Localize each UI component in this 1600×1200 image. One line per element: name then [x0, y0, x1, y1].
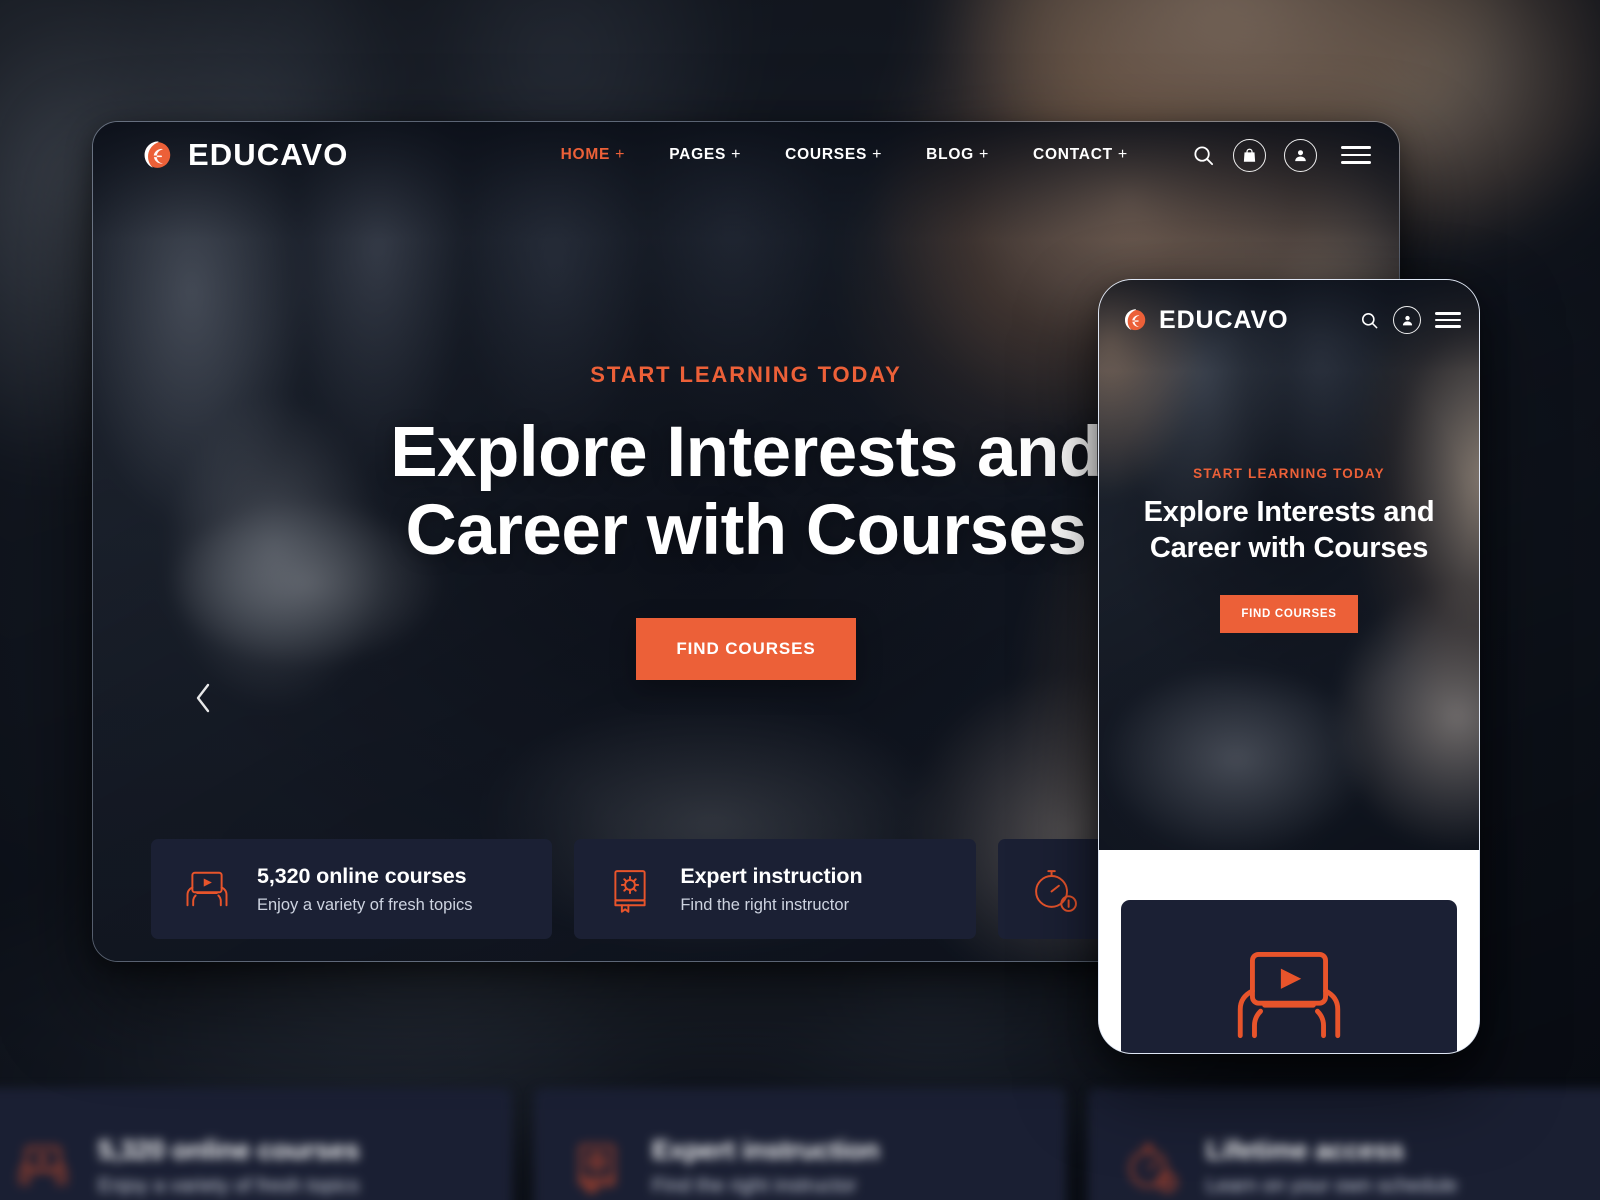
nav-label: HOME — [560, 146, 611, 163]
nav-plus-icon: + — [1117, 146, 1128, 163]
nav-label: COURSES — [785, 146, 868, 163]
video-screen-hands-icon — [181, 863, 233, 915]
feature-title: Lifetime access — [1206, 1134, 1405, 1165]
background-feature-card: Expert instruction Find the right instru… — [534, 1088, 1066, 1200]
phone-logo-text: EDUCAVO — [1159, 305, 1289, 334]
user-account-icon[interactable] — [1393, 306, 1421, 334]
nav-plus-icon: + — [872, 146, 883, 163]
mobile-phone-mockup: EDUCAVO START LEARNING TODAY Explore Int… — [1098, 279, 1480, 1054]
nav-label: CONTACT — [1033, 146, 1113, 163]
phone-headline-line-1: Explore Interests and — [1143, 496, 1435, 528]
phone-hero-eyebrow: START LEARNING TODAY — [1193, 466, 1385, 481]
stopwatch-lock-icon — [1028, 863, 1080, 915]
logo-text: EDUCAVO — [188, 137, 349, 172]
nav-plus-icon: + — [731, 146, 742, 163]
feature-subtitle: Enjoy a variety of fresh topics — [98, 1174, 360, 1197]
phone-feature-card-online-courses[interactable]: 5,320 online courses Enjoy a variety of … — [1121, 900, 1457, 1053]
hamburger-menu-icon[interactable] — [1341, 146, 1371, 164]
nav-plus-icon: + — [615, 146, 626, 163]
feature-card-subtitle: Enjoy a variety of fresh topics — [257, 895, 473, 914]
feature-card-subtitle: Find the right instructor — [680, 895, 850, 914]
nav-item-pages[interactable]: PAGES + — [647, 146, 763, 164]
nav-label: BLOG — [926, 146, 974, 163]
feature-card-online-courses[interactable]: 5,320 online courses Enjoy a variety of … — [151, 839, 553, 939]
shopping-bag-icon[interactable] — [1233, 138, 1266, 172]
nav-plus-icon: + — [978, 146, 990, 163]
phone-hero-headline: Explore Interests and Career with Course… — [1113, 495, 1465, 567]
feature-card-expert-instruction[interactable]: Expert instruction Find the right instru… — [574, 839, 976, 939]
video-screen-hands-icon — [14, 1137, 72, 1195]
feature-subtitle: Learn on your own schedule — [1206, 1174, 1458, 1197]
hero-headline-line-1: Explore Interests and — [390, 413, 1102, 492]
stopwatch-lock-icon — [1122, 1137, 1180, 1195]
nav-item-contact[interactable]: CONTACT + — [1011, 146, 1150, 164]
find-courses-button[interactable]: FIND COURSES — [636, 618, 856, 681]
main-navigation: HOME + PAGES + COURSES + BLOG + CONTACT + — [539, 146, 1150, 164]
nav-item-home[interactable]: HOME + — [539, 146, 648, 164]
logo[interactable]: EDUCAVO — [137, 136, 348, 174]
hamburger-menu-icon[interactable] — [1435, 312, 1461, 328]
user-account-icon[interactable] — [1284, 138, 1317, 172]
search-icon[interactable] — [1192, 144, 1215, 167]
navbar-icon-group — [1192, 138, 1371, 172]
educavo-leaf-circle-icon — [1119, 305, 1149, 335]
book-gear-icon — [604, 863, 656, 915]
book-gear-icon — [568, 1137, 626, 1195]
phone-hero-section: EDUCAVO START LEARNING TODAY Explore Int… — [1099, 280, 1479, 850]
search-icon[interactable] — [1360, 311, 1379, 330]
feature-title: Expert instruction — [652, 1134, 880, 1165]
feature-subtitle: Find the right instructor — [652, 1174, 857, 1197]
educavo-leaf-circle-icon — [137, 136, 175, 174]
phone-find-courses-button[interactable]: FIND COURSES — [1220, 594, 1358, 633]
nav-label: PAGES — [669, 146, 727, 163]
desktop-navbar: EDUCAVO HOME + PAGES + COURSES + BLOG + CONT… — [93, 122, 1399, 188]
background-feature-card: Lifetime access Learn on your own schedu… — [1088, 1088, 1600, 1200]
nav-item-blog[interactable]: BLOG + — [904, 146, 1011, 164]
phone-navbar: EDUCAVO — [1099, 280, 1479, 360]
feature-title: 5,320 online courses — [98, 1134, 360, 1165]
feature-card-title: 5,320 online courses — [257, 863, 467, 888]
feature-card-title: Expert instruction — [680, 863, 863, 888]
hero-headline-line-2: Career with Courses — [405, 491, 1087, 571]
phone-headline-line-2: Career with Courses — [1149, 531, 1429, 564]
phone-navbar-icon-group — [1360, 306, 1461, 334]
carousel-prev-button[interactable] — [183, 678, 223, 718]
phone-hero-content: START LEARNING TODAY Explore Interests a… — [1099, 466, 1479, 633]
background-feature-strip: 5,320 online courses Enjoy a variety of … — [0, 1088, 1600, 1200]
nav-item-courses[interactable]: COURSES + — [763, 146, 904, 164]
video-screen-hands-icon — [1121, 930, 1457, 1053]
background-feature-card: 5,320 online courses Enjoy a variety of … — [0, 1088, 512, 1200]
